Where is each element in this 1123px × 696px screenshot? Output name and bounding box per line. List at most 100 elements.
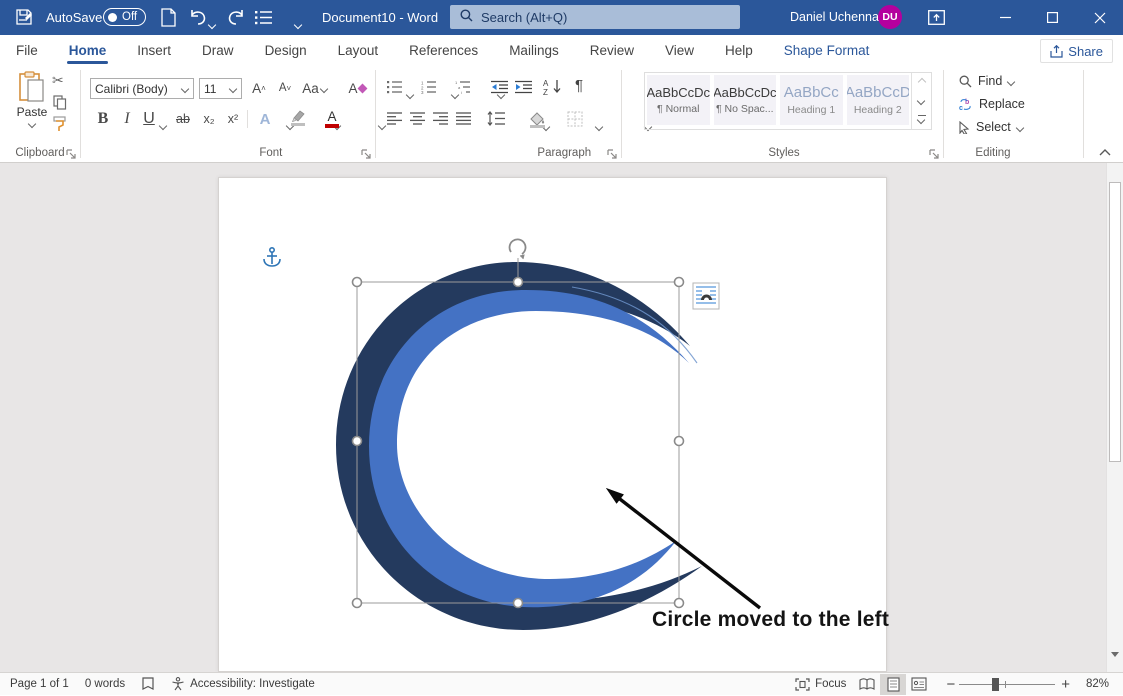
underline-button[interactable]: U <box>138 108 160 130</box>
layout-options-button[interactable] <box>693 283 719 309</box>
italic-button[interactable]: I <box>116 108 138 130</box>
zoom-slider-thumb[interactable] <box>992 678 999 691</box>
clipboard-dialog-launcher-icon[interactable] <box>66 146 78 158</box>
paste-button[interactable]: Paste <box>10 71 54 137</box>
tab-file[interactable]: File <box>14 37 40 64</box>
multilevel-list-icon[interactable]: 1ai <box>455 80 471 99</box>
font-size-select[interactable]: 11 <box>199 78 242 99</box>
autosave-toggle[interactable]: Off <box>103 8 146 26</box>
user-name[interactable]: Daniel Uchenna <box>790 10 879 24</box>
print-layout-button[interactable] <box>880 674 906 695</box>
align-left-icon[interactable] <box>387 112 402 130</box>
styles-scroll-up-icon[interactable] <box>911 73 931 91</box>
format-painter-icon[interactable] <box>52 116 68 137</box>
clear-formatting-button[interactable]: A <box>346 77 368 99</box>
tab-draw[interactable]: Draw <box>200 37 236 64</box>
redo-button[interactable] <box>226 8 246 33</box>
pilcrow-button[interactable]: ¶ <box>575 77 583 94</box>
styles-group-label: Styles <box>625 147 943 159</box>
change-case-button[interactable]: Aa <box>300 77 330 99</box>
share-button[interactable]: Share <box>1040 39 1113 63</box>
zoom-slider[interactable] <box>959 673 1055 696</box>
tab-view[interactable]: View <box>663 37 696 64</box>
strikethrough-button[interactable]: ab <box>172 108 194 130</box>
tab-insert[interactable]: Insert <box>135 37 173 64</box>
logo-blue-crescent[interactable] <box>369 290 689 607</box>
font-color-button[interactable]: A <box>324 108 340 126</box>
document-canvas[interactable]: Circle moved to the left <box>0 163 1106 672</box>
vertical-scrollbar[interactable] <box>1106 163 1123 672</box>
tab-home[interactable]: Home <box>67 37 109 64</box>
subscript-button[interactable]: x₂ <box>198 108 220 130</box>
find-button[interactable]: Find <box>959 70 1015 92</box>
close-button[interactable] <box>1076 0 1123 35</box>
search-input[interactable]: Search (Alt+Q) <box>450 5 740 29</box>
numbering-icon[interactable]: 123 <box>421 80 437 99</box>
underline-dropdown-icon[interactable] <box>160 122 167 129</box>
autosave-label: AutoSave <box>46 10 102 25</box>
font-name-select[interactable]: Calibri (Body) <box>90 78 194 99</box>
increase-indent-icon[interactable] <box>515 80 532 99</box>
shading-dropdown-icon[interactable] <box>596 123 603 130</box>
save-icon[interactable] <box>14 8 33 32</box>
tab-layout[interactable]: Layout <box>336 37 381 64</box>
paragraph-dialog-launcher-icon[interactable] <box>607 146 619 158</box>
font-dialog-launcher-icon[interactable] <box>361 146 373 158</box>
word-count[interactable]: 0 words <box>77 673 133 696</box>
maximize-button[interactable] <box>1029 0 1076 35</box>
highlight-button[interactable] <box>290 109 307 131</box>
bullets-icon[interactable] <box>387 80 403 99</box>
undo-dropdown-icon[interactable] <box>209 21 216 28</box>
decrease-indent-icon[interactable] <box>491 80 508 99</box>
bullets-dropdown-icon[interactable] <box>407 91 414 98</box>
bullet-list-icon[interactable] <box>255 10 273 30</box>
tab-shape-format[interactable]: Shape Format <box>782 37 872 64</box>
line-spacing-icon[interactable] <box>487 111 505 131</box>
copy-icon[interactable] <box>53 95 67 115</box>
grow-font-button[interactable]: A˄ <box>248 77 270 99</box>
zoom-level[interactable]: 82% <box>1078 673 1123 696</box>
cut-icon[interactable]: ✂ <box>52 72 64 89</box>
styles-dialog-launcher-icon[interactable] <box>929 146 941 158</box>
styles-scroll-down-icon[interactable] <box>911 91 931 109</box>
justify-icon[interactable] <box>456 112 471 130</box>
borders-icon[interactable] <box>567 111 583 132</box>
tab-design[interactable]: Design <box>263 37 309 64</box>
replace-button[interactable]: bc Replace <box>959 93 1025 115</box>
page-info[interactable]: Page 1 of 1 <box>0 673 77 696</box>
accessibility-status[interactable]: Accessibility: Investigate <box>163 673 323 696</box>
user-avatar[interactable]: DU <box>878 5 902 29</box>
new-document-icon[interactable] <box>160 8 177 32</box>
tab-review[interactable]: Review <box>588 37 636 64</box>
rotate-handle[interactable] <box>510 239 526 259</box>
proofing-icon[interactable] <box>133 673 163 696</box>
web-layout-button[interactable] <box>906 674 932 695</box>
sort-icon[interactable]: AZ <box>543 78 563 100</box>
undo-button[interactable] <box>188 8 208 33</box>
superscript-button[interactable]: x² <box>222 108 244 130</box>
zoom-out-button[interactable]: − <box>932 673 959 696</box>
minimize-button[interactable] <box>982 0 1029 35</box>
zoom-in-button[interactable]: + <box>1055 673 1078 696</box>
align-center-icon[interactable] <box>410 112 425 130</box>
styles-more-icon[interactable] <box>911 109 931 129</box>
scrollbar-thumb[interactable] <box>1109 182 1121 462</box>
shrink-font-button[interactable]: A˅ <box>274 77 296 99</box>
shading-icon[interactable] <box>529 111 546 133</box>
read-mode-button[interactable] <box>854 674 880 695</box>
style-heading-2[interactable]: AaBbCcD Heading 2 <box>847 75 910 125</box>
text-effects-button[interactable]: A <box>254 108 276 130</box>
style-normal[interactable]: AaBbCcDc ¶ Normal <box>647 75 710 125</box>
ribbon-display-options-icon[interactable] <box>928 10 945 30</box>
focus-button[interactable]: Focus <box>787 673 854 696</box>
qat-more-icon[interactable] <box>295 21 302 28</box>
select-button[interactable]: Select <box>959 116 1024 138</box>
tab-help[interactable]: Help <box>723 37 755 64</box>
style-no-spacing[interactable]: AaBbCcDc ¶ No Spac... <box>714 75 777 125</box>
collapse-ribbon-icon[interactable] <box>1098 144 1112 162</box>
tab-references[interactable]: References <box>407 37 480 64</box>
style-heading-1[interactable]: AaBbCc Heading 1 <box>780 75 843 125</box>
tab-mailings[interactable]: Mailings <box>507 37 561 64</box>
bold-button[interactable]: B <box>92 108 114 130</box>
align-right-icon[interactable] <box>433 112 448 130</box>
